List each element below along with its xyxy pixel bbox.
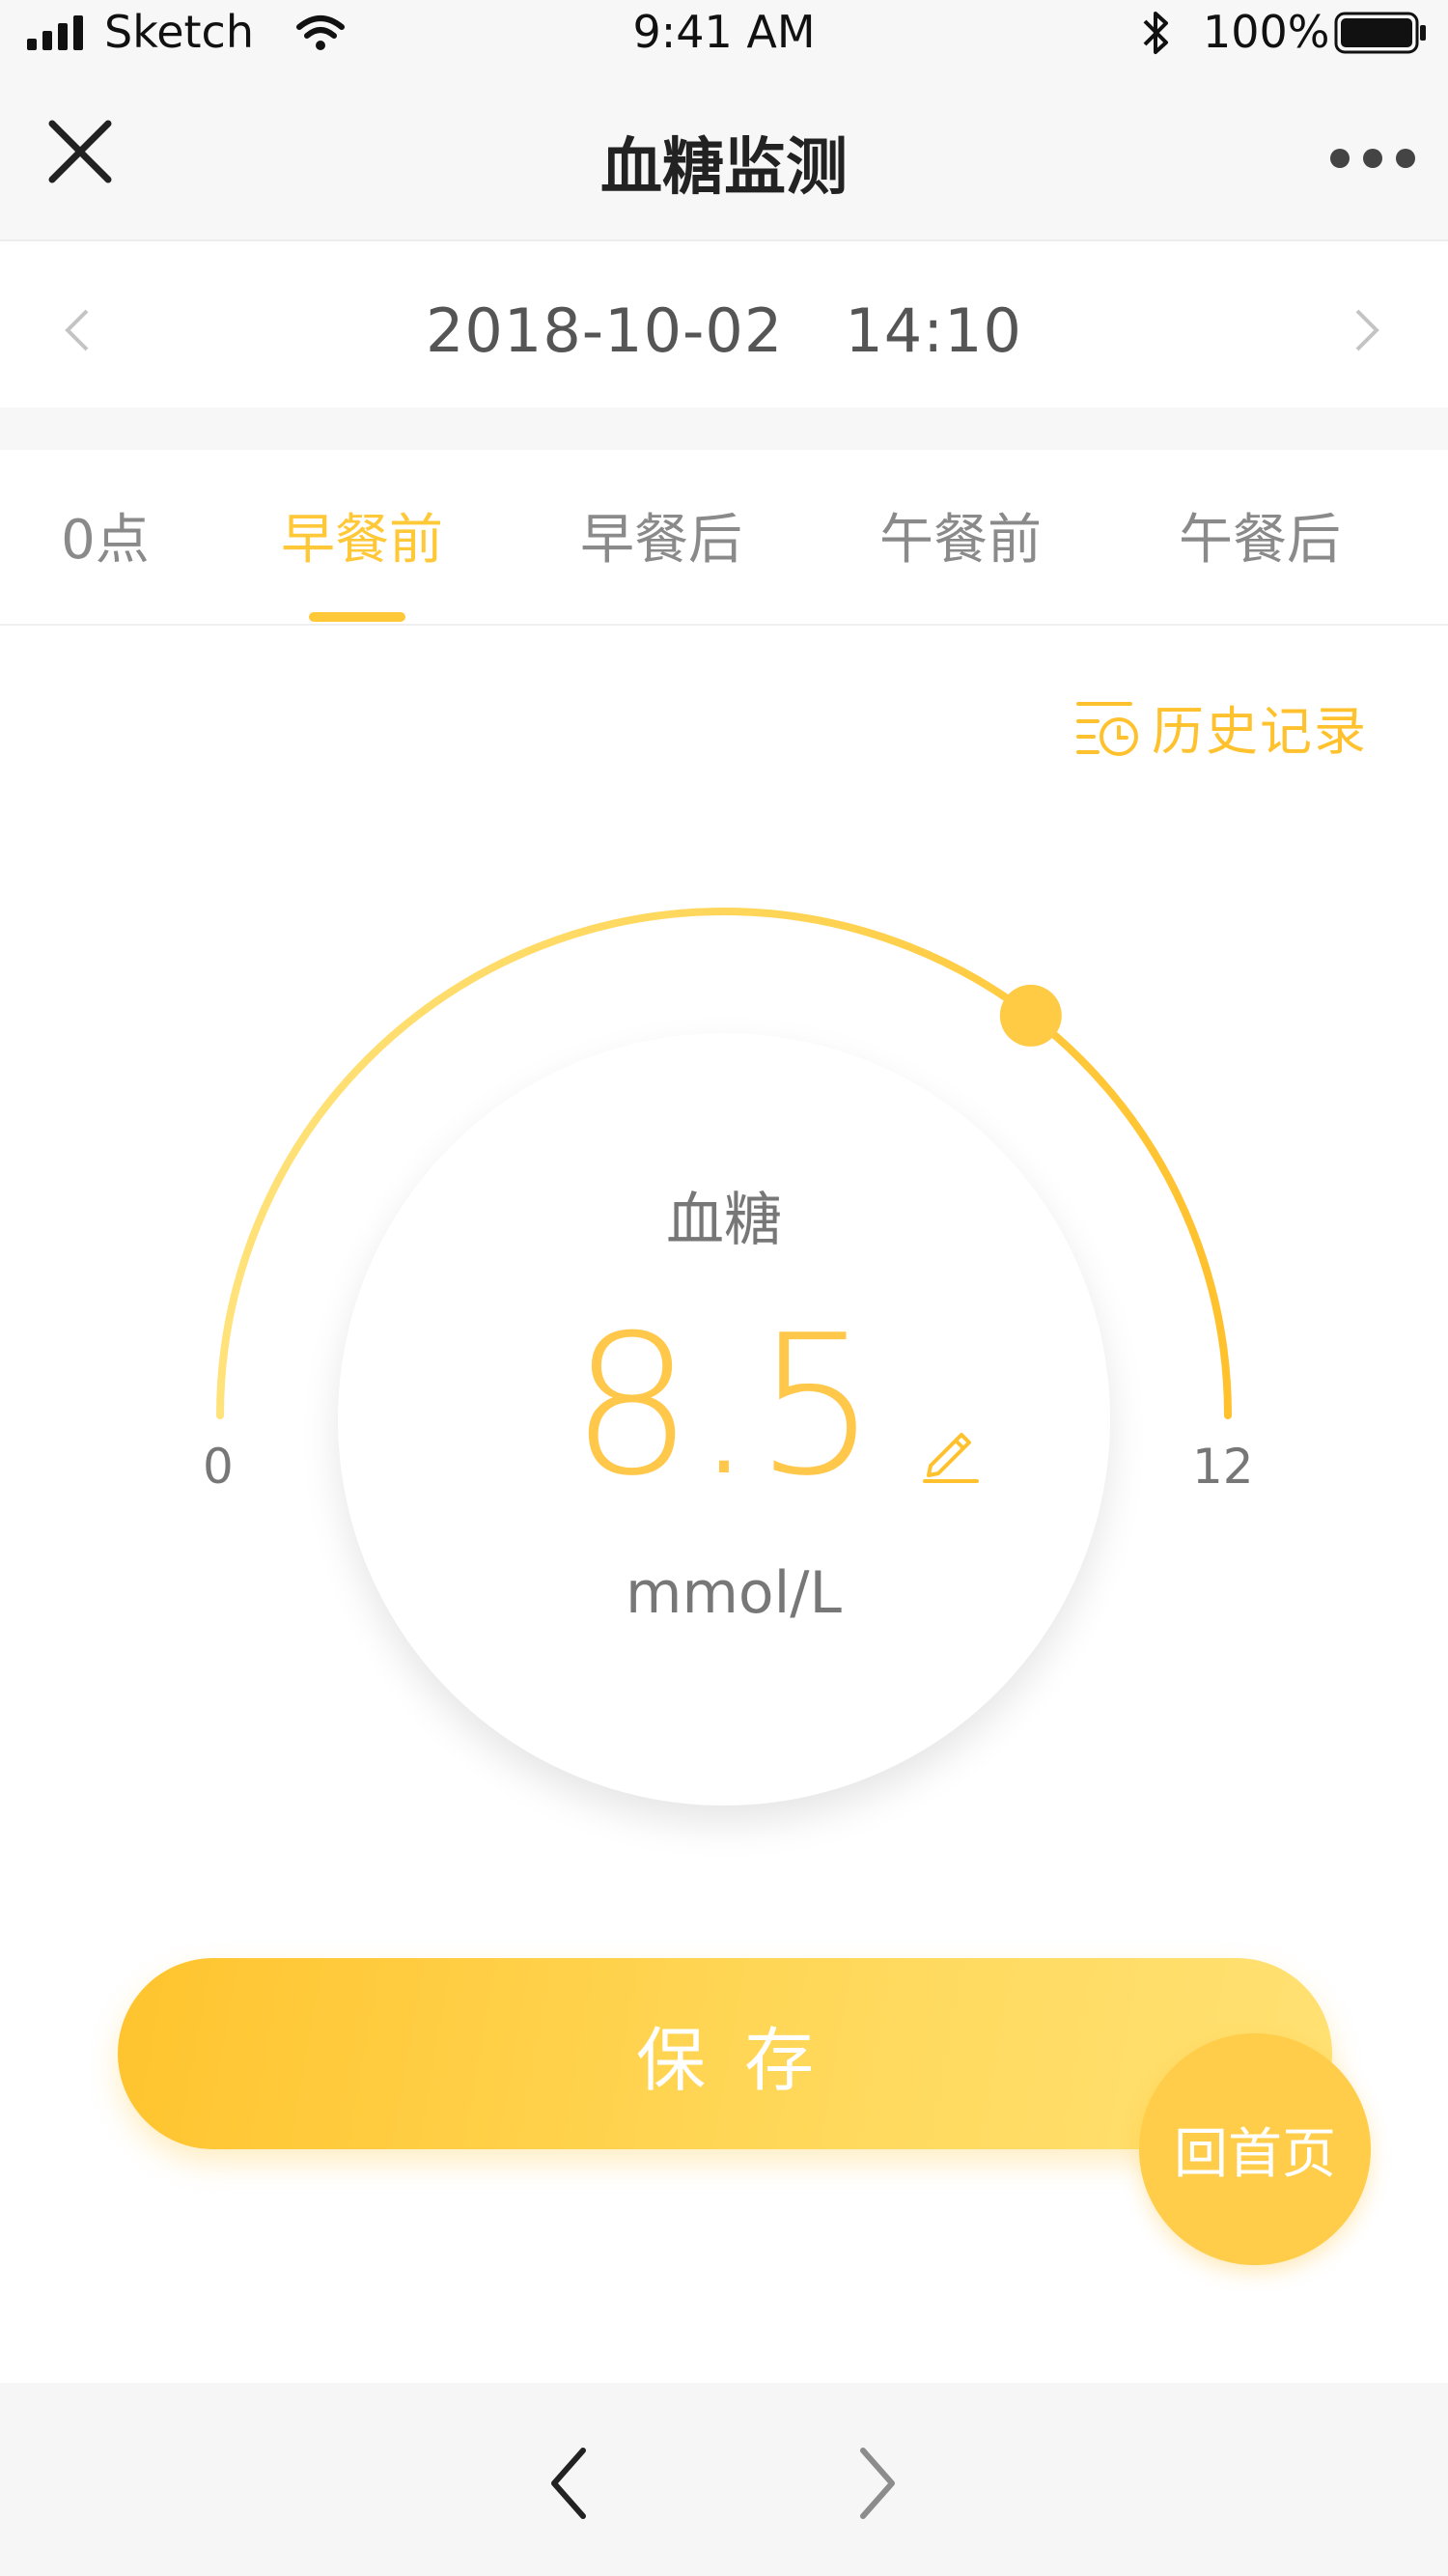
home-button-label: 回首页: [1174, 2122, 1336, 2186]
status-bar: Sketch 9:41 AM 100%: [0, 0, 1448, 68]
reading-label: 血糖: [666, 1187, 782, 1254]
tab-before-lunch[interactable]: 午餐前: [840, 496, 1081, 574]
history-clock-icon: [1076, 702, 1138, 756]
forward-arrow-icon[interactable]: [857, 2447, 898, 2520]
reading-unit: mmol/L: [626, 1559, 842, 1627]
gauge-handle[interactable]: [999, 984, 1062, 1047]
gauge-min-label: 0: [203, 1439, 234, 1495]
reading-value: 8.5: [570, 1294, 878, 1519]
save-button-label: 保存: [635, 2019, 852, 2101]
tab-before-breakfast[interactable]: 早餐前: [241, 496, 483, 574]
bottom-toolbar: [0, 2383, 1448, 2576]
back-arrow-icon[interactable]: [548, 2447, 589, 2520]
battery-icon: [1334, 12, 1426, 54]
chevron-right-icon[interactable]: [1351, 307, 1382, 353]
page-title: 血糖监测: [600, 132, 848, 204]
battery-percent: 100%: [1203, 6, 1330, 58]
history-label: 历史记录: [1152, 700, 1368, 762]
bluetooth-icon: [1143, 12, 1168, 54]
tab-midnight[interactable]: 0点: [0, 496, 226, 574]
time-value: 14:10: [845, 295, 1022, 366]
date-time-display[interactable]: 2018-10-02 14:10: [0, 295, 1448, 366]
home-button[interactable]: 回首页: [1139, 2033, 1371, 2265]
tab-after-breakfast[interactable]: 早餐后: [541, 496, 782, 574]
nav-bar: 血糖监测: [0, 68, 1448, 241]
more-icon[interactable]: [1328, 147, 1417, 170]
edit-pencil-icon[interactable]: [917, 1419, 983, 1485]
date-value: 2018-10-02: [425, 295, 784, 366]
gauge-max-label: 12: [1192, 1439, 1254, 1495]
section-divider: [0, 407, 1448, 450]
meal-time-tabs: 0点 早餐前 早餐后 午餐前 午餐后: [0, 450, 1448, 626]
tab-after-lunch[interactable]: 午餐后: [1139, 496, 1380, 574]
date-selector: 2018-10-02 14:10: [0, 241, 1448, 407]
history-button[interactable]: 历史记录: [1076, 687, 1368, 765]
active-tab-indicator: [309, 612, 405, 622]
